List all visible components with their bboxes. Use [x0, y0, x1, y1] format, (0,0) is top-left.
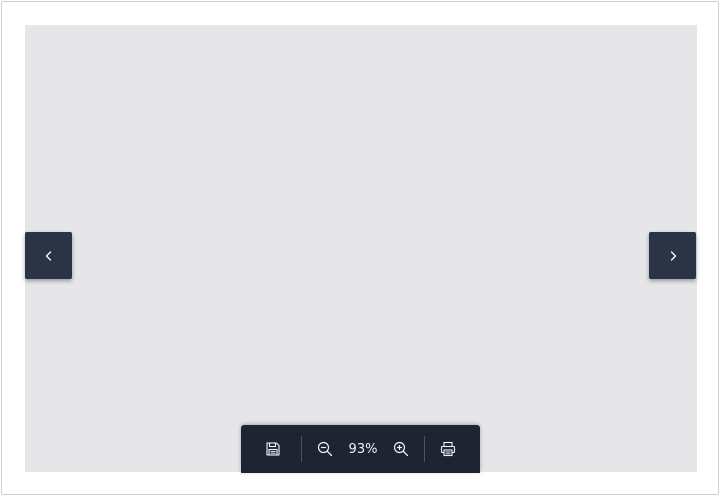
print-button[interactable]	[431, 433, 466, 465]
save-icon	[265, 442, 280, 456]
zoom-out-button[interactable]	[308, 433, 343, 465]
next-page-button[interactable]	[649, 232, 696, 279]
save-button[interactable]	[255, 433, 290, 465]
print-icon	[441, 441, 456, 457]
zoom-in-icon	[393, 441, 408, 457]
toolbar-separator	[301, 436, 302, 462]
zoom-level: 93%	[348, 441, 378, 457]
chevron-left-icon	[45, 250, 51, 261]
document-viewer	[25, 25, 697, 472]
chevron-right-icon	[670, 250, 676, 261]
previous-page-button[interactable]	[25, 232, 72, 279]
zoom-out-icon	[318, 441, 333, 457]
viewer-toolbar: 93%	[241, 425, 480, 473]
toolbar-separator	[424, 436, 425, 462]
zoom-in-button[interactable]	[383, 433, 418, 465]
